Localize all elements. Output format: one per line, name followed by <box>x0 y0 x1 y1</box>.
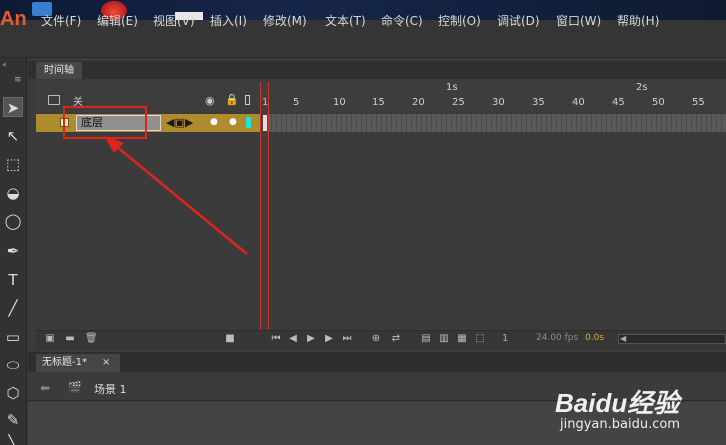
baidu-jingyan-watermark: Baidu经验 <box>555 388 680 418</box>
watermark-url: jingyan.baidu.com <box>560 417 680 432</box>
annotation-arrow <box>104 136 248 255</box>
